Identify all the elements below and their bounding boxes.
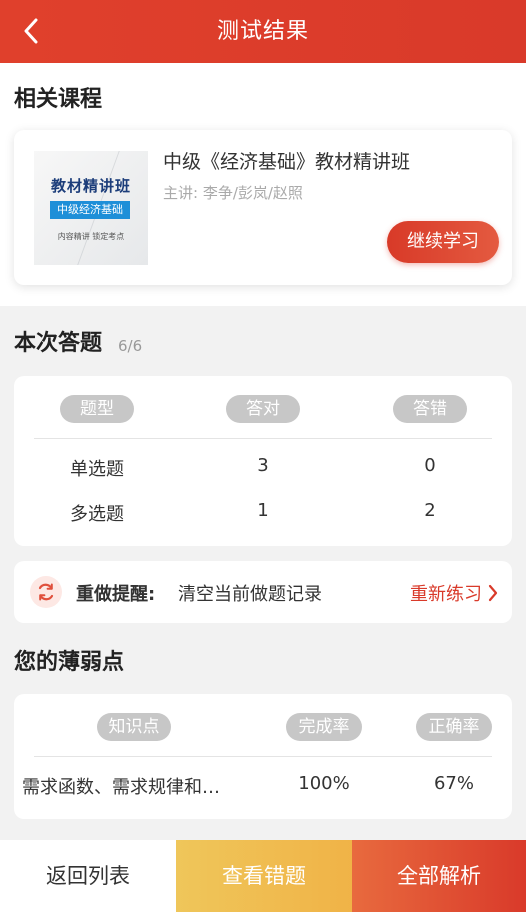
row-accuracy-rate: 67% [433,773,474,794]
row-wrong: 2 [424,500,436,521]
row-correct: 3 [257,455,269,476]
redo-label: 重做提醒: [76,584,156,605]
cover-subtitle: 中级经济基础 [50,201,130,219]
view-wrong-answers-button[interactable]: 查看错题 [176,840,352,912]
redo-reminder-card: 重做提醒: 清空当前做题记录 重新练习 [14,561,512,623]
bottom-action-bar: 返回列表 查看错题 全部解析 [0,840,526,912]
answer-section-title: 本次答题 [14,331,103,356]
page-title: 测试结果 [216,19,309,44]
chevron-right-icon [488,584,498,602]
table-divider [34,438,492,439]
back-to-list-button[interactable]: 返回列表 [0,840,176,912]
header-wrong: 答错 [393,395,467,423]
header-correct: 答对 [226,395,300,423]
top-nav-bar: 测试结果 [0,0,526,63]
header-completion-rate: 完成率 [286,713,362,741]
row-type: 单选题 [70,459,124,480]
row-wrong: 0 [424,455,436,476]
weak-points-table: 知识点 完成率 正确率 需求函数、需求规律和… 100% 67% [14,694,512,819]
header-question-type: 题型 [60,395,134,423]
course-name: 中级《经济基础》教材精讲班 [163,151,411,173]
header-knowledge-point: 知识点 [97,713,171,741]
answer-count: 6/6 [118,337,143,355]
course-teacher: 主讲: 李争/彭岚/赵照 [163,184,303,202]
related-course-title: 相关课程 [14,87,103,112]
redo-practice-link[interactable]: 重新练习 [410,580,498,606]
row-knowledge-point: 需求函数、需求规律和… [22,777,220,798]
related-course-section: 相关课程 教材精讲班 中级经济基础 内容精讲 锁定考点 中级《经济基础》教材精讲… [0,63,526,306]
redo-practice-label: 重新练习 [410,584,482,605]
cover-footer: 内容精讲 锁定考点 [57,232,125,241]
course-card[interactable]: 教材精讲班 中级经济基础 内容精讲 锁定考点 中级《经济基础》教材精讲班 主讲:… [14,130,512,285]
row-completion-rate: 100% [298,773,350,794]
header-accuracy-rate: 正确率 [416,713,492,741]
table-divider [34,756,492,757]
cover-title: 教材精讲班 [50,177,131,195]
row-type: 多选题 [70,504,124,525]
row-correct: 1 [257,500,269,521]
redo-description: 清空当前做题记录 [178,584,322,605]
continue-study-button[interactable]: 继续学习 [387,221,499,263]
answer-summary-table: 题型 答对 答错 单选题 3 0 多选题 1 2 [14,376,512,546]
course-cover-image[interactable]: 教材精讲班 中级经济基础 内容精讲 锁定考点 [34,151,148,265]
weak-points-title: 您的薄弱点 [14,650,125,675]
all-explanations-button[interactable]: 全部解析 [352,840,526,912]
refresh-icon [30,576,62,608]
